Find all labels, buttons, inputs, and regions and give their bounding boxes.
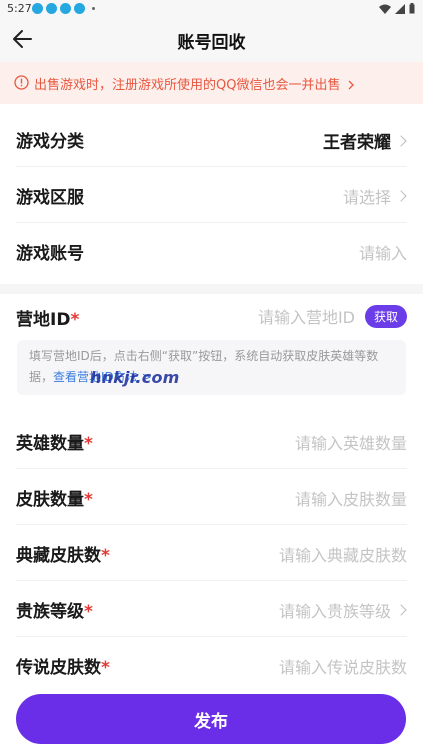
details-section: 英雄数量* 请输入英雄数量 皮肤数量* 请输入皮肤数量 典藏皮肤数* 请输入典藏… <box>0 412 423 690</box>
collection-skin-input[interactable]: 请输入典藏皮肤数 <box>279 542 407 566</box>
noble-level-label: 贵族等级* <box>16 597 93 622</box>
status-bar: 5:27 <box>0 0 423 18</box>
notification-icons <box>32 3 95 14</box>
game-account-input[interactable]: 请输入 <box>359 240 407 264</box>
hero-count-row[interactable]: 英雄数量* 请输入英雄数量 <box>16 412 407 469</box>
game-account-label: 游戏账号 <box>16 244 84 264</box>
game-category-selected: 王者荣耀 <box>323 133 391 153</box>
legend-skin-label: 传说皮肤数* <box>16 653 110 678</box>
wifi-icon <box>379 4 391 14</box>
qq-notification-icon <box>46 3 57 14</box>
notice-text: 出售游戏时，注册游戏所使用的QQ微信也会一并出售 <box>34 74 355 93</box>
skin-count-label: 皮肤数量* <box>16 485 93 510</box>
required-mark: * <box>101 546 110 566</box>
chevron-right-icon <box>395 604 407 616</box>
camp-hint-box: 填写营地ID后，点击右侧“获取”按钮，系统自动获取皮肤英雄等数据，查看营地ID方… <box>17 340 406 395</box>
camp-id-input[interactable]: 请输入营地ID 获取 <box>258 304 407 328</box>
game-account-placeholder: 请输入 <box>358 244 407 263</box>
status-right <box>379 3 415 14</box>
legend-skin-row[interactable]: 传说皮肤数* 请输入传说皮肤数 <box>16 636 407 692</box>
chevron-right-icon <box>395 190 407 202</box>
info-circle-icon <box>14 75 29 90</box>
legend-skin-placeholder: 请输入传说皮肤数 <box>278 658 407 677</box>
battery-icon <box>409 3 415 14</box>
legend-skin-label-text: 传说皮肤数 <box>16 658 101 678</box>
more-notifications-icon <box>92 7 95 10</box>
noble-level-select[interactable]: 请输入贵族等级 <box>279 598 407 622</box>
required-mark: * <box>70 310 80 330</box>
qq-notification-icon <box>60 3 71 14</box>
watermark: hnkjr.com <box>90 368 180 387</box>
download-notification-icon <box>74 3 85 14</box>
hero-count-label-text: 英雄数量 <box>16 434 84 454</box>
camp-id-label-text: 营地ID <box>16 310 71 330</box>
notice-banner[interactable]: 出售游戏时，注册游戏所使用的QQ微信也会一并出售 <box>0 62 423 104</box>
noble-level-placeholder: 请输入贵族等级 <box>278 602 391 621</box>
navigation-bar: 账号回收 <box>0 18 423 62</box>
fetch-button[interactable]: 获取 <box>364 304 407 328</box>
skin-count-row[interactable]: 皮肤数量* 请输入皮肤数量 <box>16 468 407 525</box>
signal-icon <box>395 3 405 14</box>
camp-hint-text: 填写营地ID后，点击右侧“获取”按钮，系统自动获取皮肤英雄等数据，查看营地ID方… <box>29 346 394 388</box>
required-mark: * <box>84 602 93 622</box>
game-server-select[interactable]: 请选择 <box>343 184 407 208</box>
skin-count-input[interactable]: 请输入皮肤数量 <box>295 486 407 510</box>
noble-level-row[interactable]: 贵族等级* 请输入贵族等级 <box>16 580 407 637</box>
hero-count-input[interactable]: 请输入英雄数量 <box>295 430 407 454</box>
hero-count-placeholder: 请输入英雄数量 <box>294 434 407 453</box>
game-account-row[interactable]: 游戏账号 请输入 <box>16 222 407 278</box>
camp-id-label: 营地ID* <box>16 305 79 330</box>
collection-skin-row[interactable]: 典藏皮肤数* 请输入典藏皮肤数 <box>16 524 407 581</box>
qq-notification-icon <box>32 3 43 14</box>
camp-id-row[interactable]: 营地ID* 请输入营地ID 获取 <box>16 288 407 344</box>
camp-id-placeholder: 请输入营地ID <box>257 308 355 327</box>
chevron-right-icon <box>395 134 407 147</box>
notice-message: 出售游戏时，注册游戏所使用的QQ微信也会一并出售 <box>34 78 341 93</box>
noble-level-label-text: 贵族等级 <box>16 602 84 622</box>
chevron-right-icon <box>348 80 354 90</box>
game-server-label: 游戏区服 <box>16 188 84 208</box>
status-time: 5:27 <box>7 2 32 15</box>
required-mark: * <box>101 658 110 678</box>
game-category-label: 游戏分类 <box>16 132 84 152</box>
publish-button[interactable]: 发布 <box>16 694 406 744</box>
page-title: 账号回收 <box>177 33 246 53</box>
basic-info-section: 游戏分类 王者荣耀 游戏区服 请选择 游戏账号 请输入 <box>0 104 423 284</box>
required-mark: * <box>84 490 93 510</box>
collection-skin-label: 典藏皮肤数* <box>16 541 110 566</box>
hero-count-label: 英雄数量* <box>16 429 93 454</box>
legend-skin-input[interactable]: 请输入传说皮肤数 <box>279 654 407 678</box>
game-server-row[interactable]: 游戏区服 请选择 <box>16 166 407 223</box>
game-category-row[interactable]: 游戏分类 王者荣耀 <box>16 110 407 167</box>
skin-count-placeholder: 请输入皮肤数量 <box>294 490 407 509</box>
game-server-placeholder: 请选择 <box>342 188 391 207</box>
collection-skin-label-text: 典藏皮肤数 <box>16 546 101 566</box>
game-category-value: 王者荣耀 <box>323 128 407 153</box>
collection-skin-placeholder: 请输入典藏皮肤数 <box>278 546 407 565</box>
skin-count-label-text: 皮肤数量 <box>16 490 84 510</box>
required-mark: * <box>84 434 93 454</box>
